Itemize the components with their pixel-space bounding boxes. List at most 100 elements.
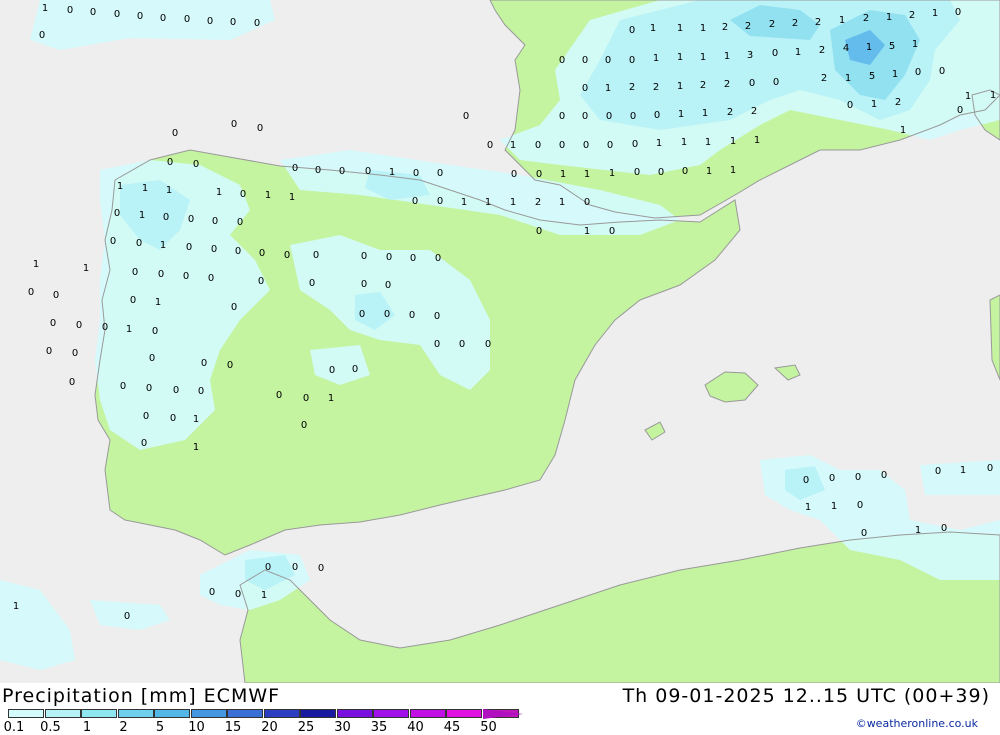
precipitation-value: 0 [634, 167, 640, 178]
precipitation-value: 0 [208, 273, 214, 284]
precipitation-value: 0 [829, 473, 835, 484]
precipitation-value: 0 [606, 111, 612, 122]
precipitation-value: 2 [819, 45, 825, 56]
precipitation-value: 0 [935, 466, 941, 477]
precipitation-value: 0 [435, 253, 441, 264]
credit-link[interactable]: ©weatheronline.co.uk [856, 717, 978, 730]
precipitation-value: 0 [803, 475, 809, 486]
precipitation-value: 0 [485, 339, 491, 350]
precipitation-value: 5 [869, 71, 875, 82]
precipitation-value: 0 [536, 169, 542, 180]
precipitation-value: 1 [461, 197, 467, 208]
precipitation-value: 2 [653, 82, 659, 93]
precipitation-value: 1 [33, 259, 39, 270]
precipitation-value: 0 [410, 253, 416, 264]
precipitation-value: 0 [361, 251, 367, 262]
precipitation-value: 0 [143, 411, 149, 422]
precipitation-value: 0 [240, 189, 246, 200]
precipitation-value: 0 [53, 290, 59, 301]
precipitation-value: 0 [881, 470, 887, 481]
precipitation-value: 2 [535, 197, 541, 208]
precipitation-value: 0 [352, 364, 358, 375]
precipitation-value: 0 [511, 169, 517, 180]
precipitation-value: 1 [932, 8, 938, 19]
precipitation-value: 1 [681, 137, 687, 148]
precipitation-value: 0 [212, 216, 218, 227]
precipitation-value: 0 [183, 271, 189, 282]
precipitation-value: 1 [289, 192, 295, 203]
precipitation-value: 0 [386, 252, 392, 263]
precipitation-value: 5 [889, 41, 895, 52]
precipitation-value: 1 [845, 73, 851, 84]
precipitation-value: 1 [900, 125, 906, 136]
precipitation-value: 0 [437, 196, 443, 207]
precipitation-value: 0 [749, 78, 755, 89]
legend-swatch [117, 709, 154, 718]
precipitation-value: 1 [795, 47, 801, 58]
precipitation-value: 2 [815, 17, 821, 28]
precipitation-value: 0 [184, 14, 190, 25]
precipitation-value: 0 [172, 128, 178, 139]
precipitation-value: 0 [39, 30, 45, 41]
precipitation-value: 0 [76, 320, 82, 331]
precipitation-value: 1 [871, 99, 877, 110]
precipitation-value: 1 [560, 169, 566, 180]
precipitation-value: 0 [437, 168, 443, 179]
precipitation-value: 0 [114, 208, 120, 219]
precipitation-value: 1 [510, 197, 516, 208]
precipitation-value: 0 [857, 500, 863, 511]
precipitation-value: 0 [315, 165, 321, 176]
precipitation-value: 1 [485, 197, 491, 208]
legend-swatch [373, 709, 409, 718]
precipitation-value: 2 [863, 13, 869, 24]
precipitation-value: 1 [650, 23, 656, 34]
precipitation-value: 0 [235, 589, 241, 600]
precipitation-value: 1 [960, 465, 966, 476]
precipitation-value: 1 [160, 240, 166, 251]
precipitation-value: 0 [957, 105, 963, 116]
precipitation-value: 1 [706, 166, 712, 177]
precipitation-value: 1 [193, 442, 199, 453]
precipitation-value: 1 [166, 185, 172, 196]
precipitation-value: 0 [207, 16, 213, 27]
precipitation-value: 1 [700, 52, 706, 63]
precipitation-value: 0 [605, 55, 611, 66]
precipitation-value: 2 [629, 82, 635, 93]
precipitation-map: 1 0 0 0 0 0 0 0 0 0 0 0 0 0 0 0 0 0 1 1 1 2 2 2 2 2 1 2 1 2 1 0 0 0 0 0 1 1 1 1… [0, 0, 1000, 683]
precipitation-value: 2 [745, 21, 751, 32]
precipitation-value: 1 [126, 324, 132, 335]
precipitation-value: 0 [318, 563, 324, 574]
precipitation-value: 0 [941, 523, 947, 534]
precipitation-value: 0 [385, 280, 391, 291]
precipitation-value: 0 [130, 295, 136, 306]
precipitation-value: 0 [682, 166, 688, 177]
precipitation-value: 1 [328, 393, 334, 404]
precipitation-value: 0 [258, 276, 264, 287]
precipitation-value: 0 [254, 18, 260, 29]
precipitation-value: 0 [170, 413, 176, 424]
precipitation-value: 1 [705, 137, 711, 148]
precipitation-value: 0 [120, 381, 126, 392]
precipitation-value: 0 [137, 11, 143, 22]
precipitation-value: 0 [939, 66, 945, 77]
precipitation-value: 0 [583, 140, 589, 151]
precipitation-value: 0 [559, 111, 565, 122]
precipitation-value: 0 [861, 528, 867, 539]
precipitation-value: 0 [773, 77, 779, 88]
precipitation-value: 0 [361, 279, 367, 290]
precipitation-value: 0 [90, 7, 96, 18]
precipitation-value: 0 [359, 309, 365, 320]
precipitation-value: 2 [722, 22, 728, 33]
precipitation-value: 0 [173, 385, 179, 396]
precipitation-value: 0 [230, 17, 236, 28]
precipitation-value: 0 [303, 393, 309, 404]
legend-swatch [227, 709, 263, 718]
precipitation-value: 1 [605, 83, 611, 94]
legend-swatch [81, 709, 117, 718]
precipitation-value: 0 [292, 163, 298, 174]
precipitation-value: 1 [83, 263, 89, 274]
precipitation-value: 0 [632, 139, 638, 150]
precipitation-value: 0 [284, 250, 290, 261]
precipitation-value: 1 [261, 590, 267, 601]
precipitation-value: 0 [72, 348, 78, 359]
